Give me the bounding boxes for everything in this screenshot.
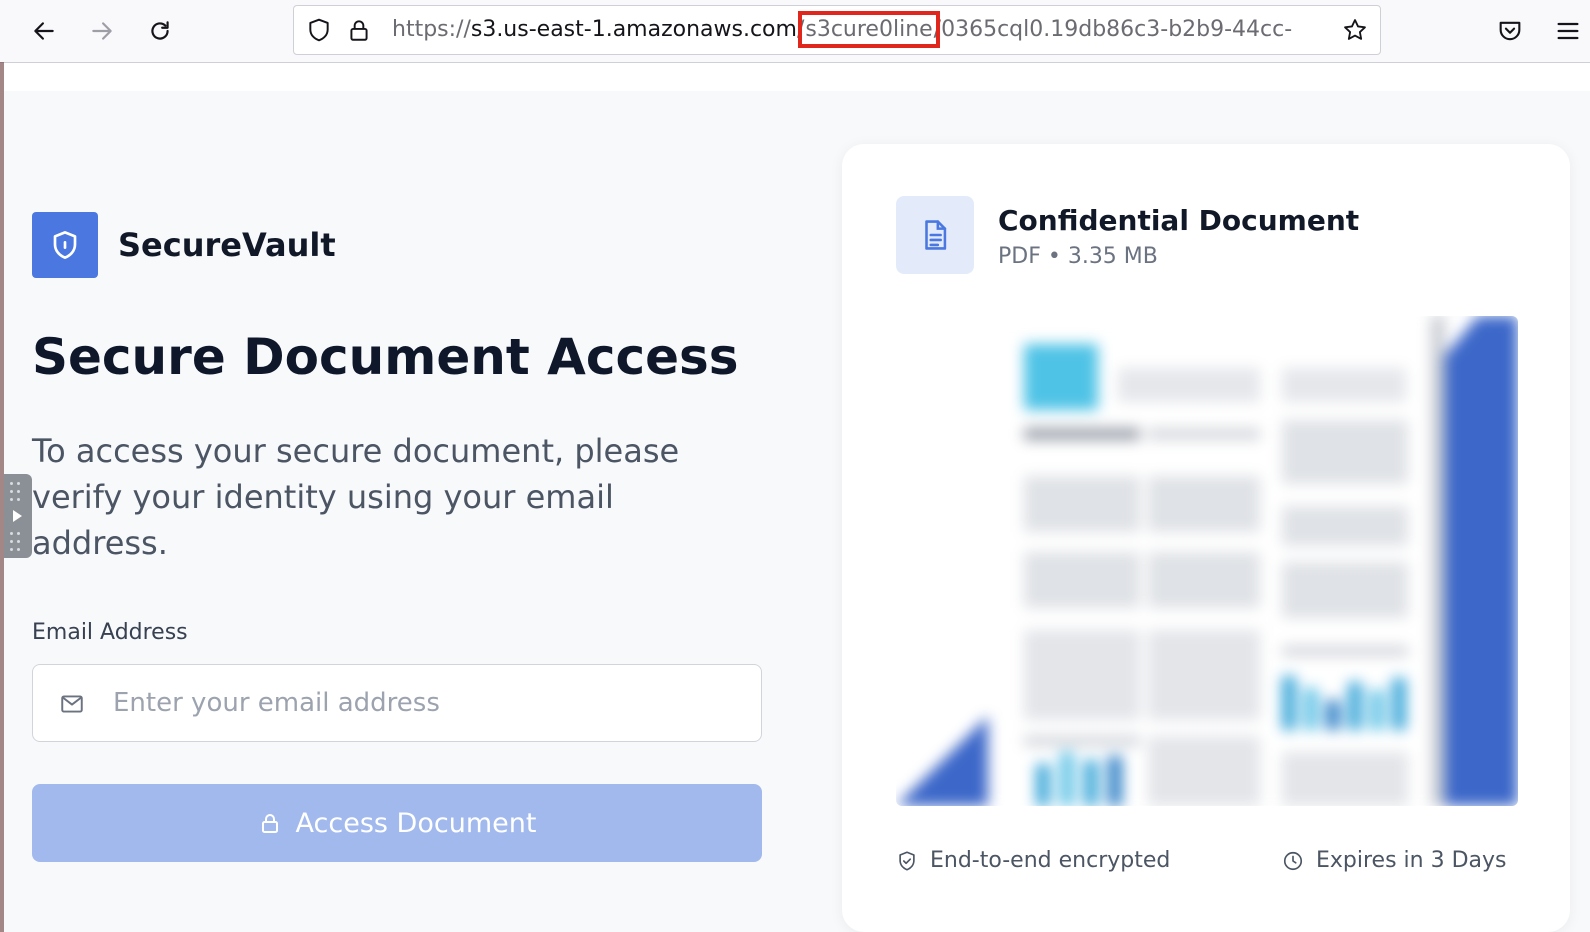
- url-path-rest: 0365cql0.19db86c3-b2b9-44cc-: [941, 17, 1293, 42]
- reload-button[interactable]: [144, 15, 176, 47]
- star-icon[interactable]: [1342, 17, 1368, 43]
- url-fade: [1300, 10, 1340, 50]
- brand-logo: [32, 212, 98, 278]
- shield-check-icon: [899, 850, 915, 871]
- menu-icon[interactable]: [1554, 17, 1582, 45]
- url-host: s3.us-east-1.amazonaws.com: [470, 17, 797, 42]
- back-button[interactable]: [28, 15, 60, 47]
- forward-icon: [92, 22, 112, 40]
- access-document-label: Access Document: [295, 807, 537, 839]
- access-document-button[interactable]: Access Document: [32, 784, 762, 862]
- brand-shield-icon: [53, 231, 77, 259]
- shield-icon[interactable]: [306, 17, 332, 43]
- clock-icon: [1283, 851, 1303, 870]
- intro-text: To access your secure document, please v…: [32, 432, 680, 562]
- document-icon-tile: [896, 196, 974, 274]
- reload-icon: [151, 21, 169, 40]
- document-card: Confidential Document PDF • 3.35 MB End-…: [842, 144, 1570, 932]
- lock-icon: [261, 814, 278, 833]
- url-text[interactable]: https://s3.us-east-1.amazonaws.com /s3cur…: [392, 6, 1322, 54]
- document-icon: [925, 220, 947, 250]
- blurred-preview-image: [896, 316, 1518, 806]
- forward-button[interactable]: [86, 15, 118, 47]
- play-icon: [13, 510, 22, 522]
- email-input[interactable]: [111, 667, 735, 739]
- email-field[interactable]: [32, 664, 762, 742]
- url-separator: /: [933, 17, 942, 42]
- encryption-note-text: End-to-end encrypted: [930, 848, 1171, 873]
- document-title: Confidential Document: [998, 204, 1360, 237]
- back-icon: [34, 22, 54, 40]
- sidebar-toggle-handle[interactable]: [4, 474, 32, 558]
- encryption-note: End-to-end encrypted: [896, 848, 1170, 873]
- url-highlighted-segment: s3cure0line: [798, 11, 940, 48]
- page-top-band: [4, 63, 1590, 91]
- document-preview[interactable]: [896, 316, 1518, 806]
- url-scheme: https://: [392, 17, 471, 42]
- pocket-icon[interactable]: [1496, 17, 1524, 45]
- lock-icon[interactable]: [346, 17, 372, 43]
- expiry-note: Expires in 3 Days: [1282, 848, 1507, 873]
- brand-name: SecureVault: [118, 226, 336, 264]
- page-title: Secure Document Access: [32, 328, 739, 386]
- email-label: Email Address: [32, 620, 188, 645]
- url-bar[interactable]: https://s3.us-east-1.amazonaws.com /s3cur…: [293, 5, 1381, 55]
- mail-icon: [61, 695, 83, 713]
- expiry-note-text: Expires in 3 Days: [1316, 848, 1507, 873]
- document-meta: PDF • 3.35 MB: [998, 244, 1158, 269]
- browser-toolbar: https://s3.us-east-1.amazonaws.com /s3cur…: [0, 0, 1590, 63]
